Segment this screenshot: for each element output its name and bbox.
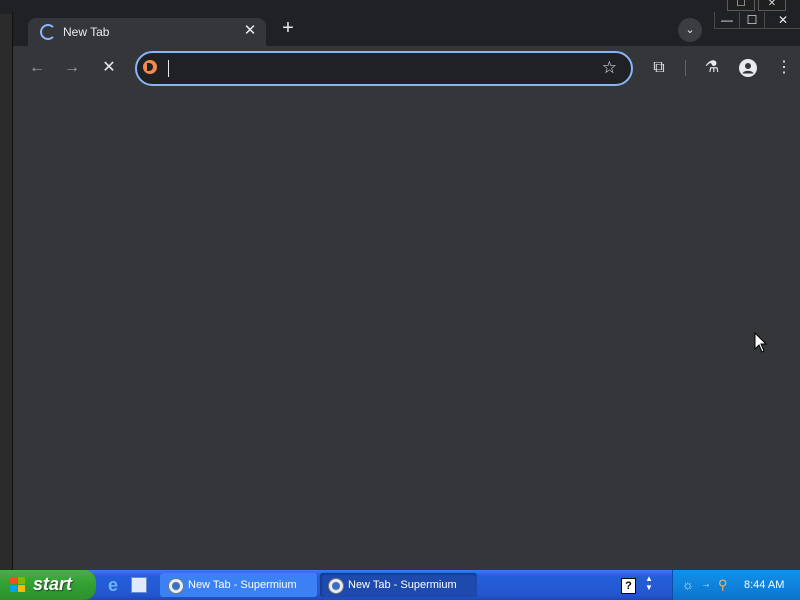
person-icon [739, 59, 757, 77]
tab-title: New Tab [63, 25, 110, 39]
text-cursor [168, 60, 169, 77]
search-icon[interactable]: ⚲ [718, 578, 728, 592]
taskbar-item-supermium-2[interactable]: New Tab - Supermium [320, 573, 477, 597]
internet-explorer-icon[interactable]: e [108, 576, 126, 594]
clock: 8:44 AM [744, 579, 785, 591]
network-icon[interactable]: ☼ [682, 578, 694, 592]
supermium-icon [328, 578, 344, 594]
labs-button[interactable]: ⚗ [700, 56, 724, 80]
tab-search-button[interactable]: ⌄ [678, 18, 702, 42]
tab-new-tab[interactable]: New Tab ✕ [28, 18, 266, 46]
chevron-down-icon: ⌄ [685, 24, 695, 36]
background-close-button[interactable]: ✕ [758, 0, 786, 11]
duckduckgo-icon [143, 60, 157, 74]
forward-button[interactable]: → [60, 56, 84, 80]
address-bar[interactable]: ☆ [135, 51, 633, 86]
minimize-button[interactable]: — [714, 12, 740, 29]
taskbar-item-supermium-1[interactable]: New Tab - Supermium [160, 573, 317, 597]
start-label: start [33, 574, 73, 594]
maximize-button[interactable]: ☐ [739, 12, 765, 29]
loading-spinner-icon [40, 24, 56, 40]
bookmark-star-icon[interactable]: ☆ [602, 58, 617, 78]
background-maximize-button[interactable]: ☐ [727, 0, 755, 11]
scroll-arrows-icon[interactable]: ▲ ▼ [645, 574, 653, 592]
stop-loading-button[interactable]: ✕ [97, 56, 121, 80]
back-button[interactable]: ← [25, 56, 49, 80]
browser-window: New Tab ✕ + ⌄ — ☐ ✕ ← → ✕ ☆ ⧉ ⚗ ⋮ [12, 12, 800, 570]
extensions-button[interactable]: ⧉ [647, 56, 671, 80]
close-window-button[interactable]: ✕ [764, 12, 800, 29]
taskbar: start e New Tab - Supermium New Tab - Su… [0, 570, 800, 600]
supermium-icon [168, 578, 184, 594]
tab-strip: New Tab ✕ + ⌄ — ☐ ✕ [13, 12, 800, 46]
menu-button[interactable]: ⋮ [772, 56, 796, 80]
help-icon[interactable]: ? [621, 578, 636, 594]
toolbar-divider [685, 60, 686, 76]
taskbar-item-label: New Tab - Supermium [348, 579, 457, 591]
taskbar-item-label: New Tab - Supermium [188, 579, 297, 591]
connection-icon[interactable]: → [701, 578, 711, 592]
start-button[interactable]: start [0, 570, 96, 600]
page-content[interactable] [13, 90, 800, 570]
url-input[interactable] [165, 57, 589, 81]
new-tab-button[interactable]: + [276, 17, 300, 41]
show-desktop-icon[interactable] [131, 577, 147, 593]
mouse-pointer-icon [754, 332, 768, 353]
system-tray: ☼ → ⚲ 8:44 AM [672, 570, 800, 600]
windows-logo-icon [10, 577, 26, 593]
tab-close-icon[interactable]: ✕ [240, 21, 260, 41]
browser-toolbar: ← → ✕ ☆ ⧉ ⚗ ⋮ [13, 46, 800, 90]
profile-button[interactable] [736, 56, 760, 80]
